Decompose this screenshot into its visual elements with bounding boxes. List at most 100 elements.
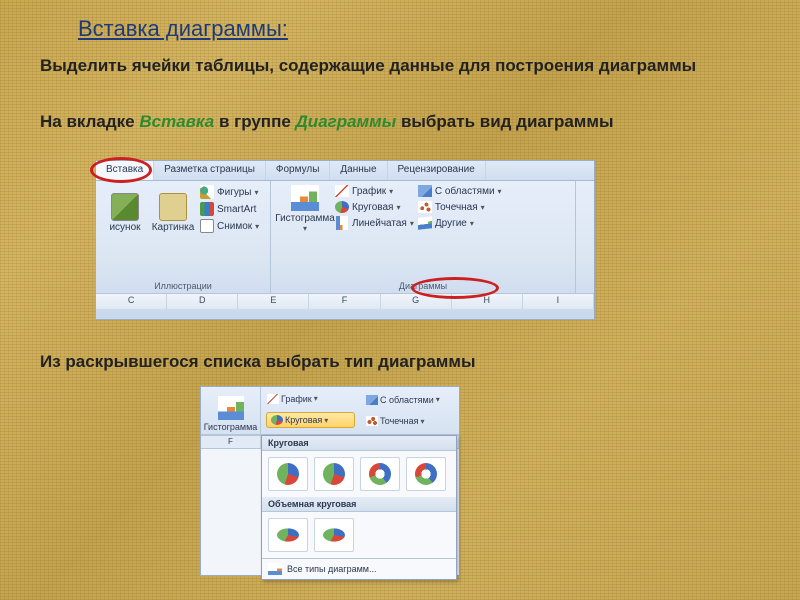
chevron-down-icon: ▾ — [470, 219, 474, 228]
pie-dropdown-menu: Круговая Объемная круговая Все типы диаг… — [261, 435, 457, 580]
pie-option-2[interactable] — [314, 457, 354, 491]
instruction-1: Выделить ячейки таблицы, содержащие данн… — [40, 55, 750, 76]
line-chart-icon — [335, 185, 349, 197]
chevron-down-icon: ▾ — [481, 203, 485, 212]
label: График — [281, 394, 312, 404]
chevron-down-icon: ▾ — [410, 219, 414, 228]
col[interactable]: E — [238, 294, 309, 309]
pie-chart-icon — [335, 201, 349, 213]
label: Все типы диаграмм... — [287, 564, 376, 574]
instruction-2: На вкладке Вставка в группе Диаграммы вы… — [40, 112, 750, 132]
chevron-down-icon: ▾ — [254, 188, 258, 197]
smartart-icon — [200, 202, 214, 216]
tab-insert[interactable]: Вставка — [96, 161, 154, 180]
shapes-button[interactable]: Фигуры▾ — [200, 185, 259, 199]
label: Круговая — [352, 202, 393, 213]
tab-review[interactable]: Рецензирование — [388, 161, 486, 180]
pie-option-4[interactable] — [406, 457, 446, 491]
scatter-chart-button[interactable]: Точечная▾ — [418, 201, 502, 213]
chevron-down-icon: ▾ — [255, 222, 259, 231]
scatter-chart-button[interactable]: Точечная▾ — [362, 414, 457, 428]
category-3d-pie: Объемная круговая — [262, 497, 456, 512]
label: С областями — [380, 395, 434, 405]
tab-formulas[interactable]: Формулы — [266, 161, 331, 180]
col[interactable]: F — [201, 436, 261, 448]
page-title: Вставка диаграммы: — [78, 16, 288, 42]
pie-option-1[interactable] — [268, 457, 308, 491]
area-chart-button[interactable]: С областями▾ — [362, 393, 457, 407]
label: Точечная — [380, 416, 419, 426]
label: Фигуры — [217, 187, 251, 198]
label: SmartArt — [217, 204, 256, 215]
text: выбрать вид диаграммы — [396, 112, 613, 131]
chevron-down-icon: ▾ — [436, 395, 440, 404]
pie-of-pie-icon — [369, 463, 391, 485]
label: Другие — [435, 218, 467, 229]
col[interactable]: G — [381, 294, 452, 309]
chevron-down-icon: ▾ — [303, 224, 307, 233]
col[interactable]: F — [309, 294, 380, 309]
chevron-down-icon: ▾ — [396, 203, 400, 212]
hbar-chart-icon — [336, 216, 348, 230]
col[interactable]: C — [96, 294, 167, 309]
pie3d-option-1[interactable] — [268, 518, 308, 552]
column-chart-button[interactable]: Гистограмма — [201, 387, 261, 434]
charts-group: Гистограмма ▾ График▾ Круговая▾ Линейчат… — [271, 181, 576, 293]
bar-chart-button[interactable]: Линейчатая▾ — [335, 217, 414, 229]
col[interactable]: I — [523, 294, 594, 309]
chevron-down-icon: ▾ — [421, 417, 425, 426]
tab-pagelayout[interactable]: Разметка страницы — [154, 161, 266, 180]
category-pie: Круговая — [262, 436, 456, 451]
col[interactable]: H — [452, 294, 523, 309]
picture-button[interactable]: исунок — [104, 193, 146, 233]
scatter-chart-icon — [418, 201, 432, 213]
label: Гистограмма — [204, 422, 258, 432]
pie-chart-icon — [271, 415, 283, 425]
scatter-chart-icon — [366, 416, 378, 426]
pie3d-option-2[interactable] — [314, 518, 354, 552]
illustrations-group: исунок Картинка Фигуры▾ SmartArt Снимок▾… — [96, 181, 271, 293]
other-charts-button[interactable]: Другие▾ — [418, 217, 502, 229]
all-charts-icon — [268, 563, 282, 575]
label: Гистограмма — [275, 213, 335, 224]
tab-data[interactable]: Данные — [330, 161, 387, 180]
pie-exploded-icon — [323, 463, 345, 485]
other-chart-icon — [418, 216, 432, 229]
col[interactable]: D — [167, 294, 238, 309]
smartart-button[interactable]: SmartArt — [200, 202, 259, 216]
line-chart-icon — [267, 394, 279, 404]
pie-3d-exploded-icon — [323, 528, 345, 541]
picture-icon — [111, 193, 139, 221]
text: На вкладке — [40, 112, 139, 131]
pie-chart-button[interactable]: Круговая▾ — [266, 412, 355, 428]
label: Точечная — [435, 202, 478, 213]
all-chart-types-button[interactable]: Все типы диаграмм... — [262, 558, 456, 579]
area-chart-icon — [366, 395, 378, 405]
area-chart-icon — [418, 185, 432, 197]
pie-option-3[interactable] — [360, 457, 400, 491]
column-headers: C D E F G H I — [96, 293, 594, 309]
ribbon-screenshot: Вставка Разметка страницы Формулы Данные… — [95, 160, 595, 320]
group-label: Иллюстрации — [104, 279, 262, 291]
ribbon-tabs: Вставка Разметка страницы Формулы Данные… — [96, 161, 594, 181]
label: С областями — [435, 186, 495, 197]
clipart-button[interactable]: Картинка — [152, 193, 194, 233]
text: в группе — [214, 112, 295, 131]
group-label: Диаграммы — [279, 279, 567, 291]
label: исунок — [109, 222, 140, 233]
label: Круговая — [285, 415, 322, 425]
bar-chart-icon — [218, 396, 244, 420]
clipart-icon — [159, 193, 187, 221]
line-chart-button[interactable]: График▾ — [335, 185, 414, 197]
column-chart-button[interactable]: Гистограмма ▾ — [279, 185, 331, 233]
line-chart-button[interactable]: График▾ — [263, 392, 358, 406]
chevron-down-icon: ▾ — [314, 394, 318, 403]
dropdown-screenshot: Гистограмма График▾ Круговая▾ С областям… — [200, 386, 460, 576]
label: Линейчатая — [352, 218, 407, 229]
screenshot-button[interactable]: Снимок▾ — [200, 219, 259, 233]
bar-chart-icon — [291, 185, 319, 211]
pie-icon — [277, 463, 299, 485]
pie-chart-button[interactable]: Круговая▾ — [335, 201, 414, 213]
area-chart-button[interactable]: С областями▾ — [418, 185, 502, 197]
chevron-down-icon: ▾ — [389, 187, 393, 196]
